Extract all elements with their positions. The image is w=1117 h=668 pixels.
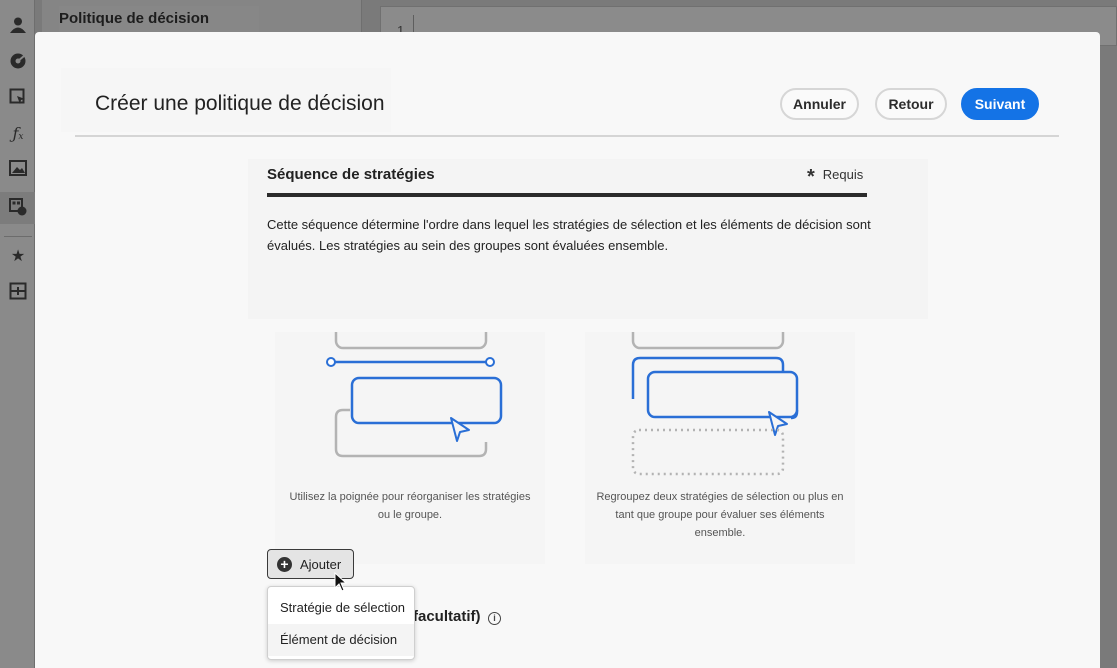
star-icon[interactable]: ★ <box>8 247 28 267</box>
dashboard-icon[interactable] <box>8 52 28 72</box>
reorder-hint-caption: Utilisez la poignée pour réorganiser les… <box>289 491 531 521</box>
next-button[interactable]: Suivant <box>961 88 1039 120</box>
image-icon[interactable] <box>8 160 28 180</box>
menu-item-decision-item[interactable]: Élément de décision <box>268 624 414 656</box>
group-hint-card: Regroupez deux stratégies de sélection o… <box>585 332 855 564</box>
group-hint-caption: Regroupez deux stratégies de sélection o… <box>596 491 844 539</box>
cancel-button[interactable]: Annuler <box>780 88 859 120</box>
user-icon[interactable] <box>8 16 28 36</box>
section-title: Séquence de stratégies <box>267 166 435 183</box>
add-circle-icon: + <box>277 557 292 572</box>
background-panel-title: Politique de décision <box>59 10 210 27</box>
cursor-select-icon[interactable] <box>8 88 28 108</box>
reorder-hint-card: Utilisez la poignée pour réorganiser les… <box>275 332 545 564</box>
section-underline <box>267 193 867 197</box>
required-label: Requis <box>822 167 864 182</box>
function-icon[interactable]: ƒx <box>8 124 28 144</box>
add-dropdown-menu: Stratégie de sélection Élément de décisi… <box>267 586 415 660</box>
info-icon[interactable]: i <box>488 612 501 625</box>
required-indicator: * Requis <box>807 166 863 189</box>
nav-divider <box>4 236 32 237</box>
section-description: Cette séquence détermine l'ordre dans le… <box>267 217 871 253</box>
add-button-label: Ajouter <box>300 557 342 572</box>
back-button[interactable]: Retour <box>875 88 947 120</box>
left-nav-rail: ƒx ★ <box>0 0 35 668</box>
reorder-illustration <box>326 332 503 458</box>
header-divider <box>75 135 1059 137</box>
group-illustration <box>631 332 799 476</box>
dialog-title: Créer une politique de décision <box>95 92 385 115</box>
create-decision-policy-dialog: Créer une politique de décision Annuler … <box>35 32 1100 668</box>
menu-item-selection-strategy[interactable]: Stratégie de sélection <box>268 592 414 624</box>
decision-icon[interactable] <box>8 198 28 218</box>
grid-icon[interactable] <box>8 282 28 302</box>
mouse-pointer-icon <box>334 572 348 592</box>
optional-section-label: facultatif) <box>413 608 481 625</box>
required-asterisk: * <box>807 166 815 188</box>
